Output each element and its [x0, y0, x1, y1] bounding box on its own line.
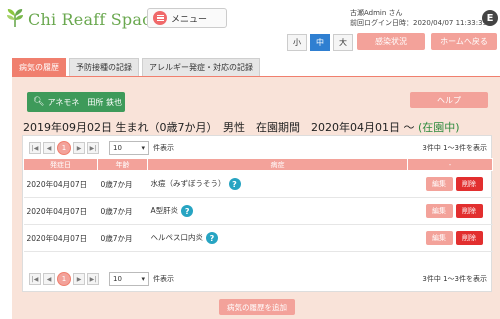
app-logo[interactable]: Chi Reaff Space	[4, 6, 161, 32]
current-page[interactable]: 1	[57, 141, 71, 155]
next-page-icon[interactable]: ▶	[73, 273, 85, 285]
cell-date: 2020年04月07日	[23, 224, 98, 252]
cell-age: 0歳7か月	[97, 224, 148, 252]
tab-vaccination[interactable]: 予防接種の記録	[69, 58, 139, 76]
record-tabs: 病気の履歴 予防接種の記録 アレルギー発症・対応の記録	[12, 58, 260, 76]
edit-button[interactable]: 編集	[425, 204, 453, 218]
infection-status-button[interactable]: 感染状況	[357, 33, 425, 50]
cell-actions: 編集 削除	[407, 197, 493, 225]
per-page-label: 件表示	[153, 144, 174, 152]
col-actions: -	[407, 158, 493, 171]
patient-name: アネモネ 田所 鉄也	[47, 97, 122, 107]
logo-text: Chi Reaff Space	[28, 9, 161, 29]
cell-age: 0歳7か月	[97, 170, 148, 198]
table-header-row: 発症日 年齢 病症 -	[23, 158, 493, 171]
last-login: 前回ログイン日時：2020/04/07 11:33:39	[350, 19, 488, 27]
result-count: 3件中 1〜3件を表示	[422, 275, 487, 283]
add-illness-button[interactable]: 病気の履歴を追加	[219, 299, 295, 315]
first-page-icon[interactable]: |◀	[29, 142, 41, 154]
content-panel: 🔍︎ アネモネ 田所 鉄也 ヘルプ 2019年09月02日 生まれ（0歳7か月）…	[12, 76, 500, 319]
cell-illness: ヘルペス口内炎?	[147, 224, 408, 252]
dropdown-arrow-icon: ▾	[141, 275, 145, 283]
pager-bottom: |◀ ◀ 1 ▶ ▶| 10 ▾ 件表示 3件中 1〜3件を表示	[23, 269, 493, 289]
tab-allergy[interactable]: アレルギー発症・対応の記録	[142, 58, 260, 76]
table-row: 2020年04月07日 0歳7か月 ヘルペス口内炎? 編集 削除	[23, 224, 493, 252]
patient-info: 2019年09月02日 生まれ（0歳7か月） 男性 在園期間 2020年04月0…	[23, 119, 460, 135]
delete-button[interactable]: 削除	[455, 177, 483, 191]
illness-table: 発症日 年齢 病症 - 2020年04月07日 0歳7か月 水痘（みずぼうそう）…	[23, 158, 493, 252]
font-size-small-button[interactable]: 小	[287, 34, 307, 51]
pager-top: |◀ ◀ 1 ▶ ▶| 10 ▾ 件表示 3件中 1〜3件を表示	[23, 138, 493, 158]
dropdown-arrow-icon: ▾	[141, 144, 145, 152]
home-button[interactable]: ホームへ戻る	[431, 33, 497, 50]
illness-name: 水痘（みずぼうそう）	[150, 179, 226, 188]
cell-date: 2020年04月07日	[23, 197, 98, 225]
per-page-select[interactable]: 10 ▾	[109, 272, 149, 286]
edit-button[interactable]: 編集	[425, 177, 453, 191]
illness-table-box: |◀ ◀ 1 ▶ ▶| 10 ▾ 件表示 3件中 1〜3件を表示 発症日 年齢 …	[22, 135, 493, 292]
question-icon[interactable]: ?	[181, 205, 194, 217]
patient-select-button[interactable]: 🔍︎ アネモネ 田所 鉄也	[27, 92, 125, 112]
help-button[interactable]: ヘルプ	[410, 92, 488, 108]
col-illness[interactable]: 病症	[147, 158, 408, 171]
prev-page-icon[interactable]: ◀	[43, 142, 55, 154]
tab-illness-history[interactable]: 病気の履歴	[12, 58, 66, 76]
result-count: 3件中 1〜3件を表示	[422, 144, 487, 152]
col-age[interactable]: 年齢	[97, 158, 148, 171]
last-page-icon[interactable]: ▶|	[87, 273, 99, 285]
cell-actions: 編集 削除	[407, 170, 493, 198]
hamburger-menu-icon	[153, 11, 167, 25]
edit-button[interactable]: 編集	[425, 231, 453, 245]
per-page-value: 10	[113, 275, 122, 283]
current-page[interactable]: 1	[57, 272, 71, 286]
search-icon: 🔍︎	[33, 97, 45, 107]
menu-button[interactable]: メニュー	[147, 8, 227, 28]
patient-info-text: 2019年09月02日 生まれ（0歳7か月） 男性 在園期間 2020年04月0…	[23, 121, 418, 134]
prev-page-icon[interactable]: ◀	[43, 273, 55, 285]
cell-age: 0歳7か月	[97, 197, 148, 225]
first-page-icon[interactable]: |◀	[29, 273, 41, 285]
user-name: 古瀬Admin さん	[350, 9, 403, 17]
per-page-label: 件表示	[153, 275, 174, 283]
per-page-value: 10	[113, 144, 122, 152]
user-info: 古瀬Admin さん 前回ログイン日時：2020/04/07 11:33:39	[350, 8, 487, 28]
question-icon[interactable]: ?	[206, 232, 218, 244]
illness-name: A型肝炎	[150, 206, 179, 215]
user-avatar-icon[interactable]: E	[482, 10, 498, 26]
enrollment-status: (在園中)	[417, 121, 460, 134]
font-size-large-button[interactable]: 大	[333, 34, 353, 51]
illness-name: ヘルペス口内炎	[150, 233, 204, 242]
delete-button[interactable]: 削除	[455, 204, 483, 218]
cell-illness: A型肝炎?	[147, 197, 408, 225]
per-page-select[interactable]: 10 ▾	[109, 141, 149, 155]
table-row: 2020年04月07日 0歳7か月 水痘（みずぼうそう）? 編集 削除	[23, 170, 493, 198]
app-header: Chi Reaff Space メニュー 古瀬Admin さん 前回ログイン日時…	[0, 0, 500, 36]
next-page-icon[interactable]: ▶	[73, 142, 85, 154]
col-onset-date[interactable]: 発症日	[23, 158, 98, 171]
font-size-medium-button[interactable]: 中	[310, 34, 330, 51]
cell-illness: 水痘（みずぼうそう）?	[147, 170, 408, 198]
last-page-icon[interactable]: ▶|	[87, 142, 99, 154]
cell-date: 2020年04月07日	[23, 170, 98, 198]
cell-actions: 編集 削除	[407, 224, 493, 252]
table-row: 2020年04月07日 0歳7か月 A型肝炎? 編集 削除	[23, 197, 493, 225]
delete-button[interactable]: 削除	[455, 231, 483, 245]
menu-label: メニュー	[171, 14, 208, 25]
question-icon[interactable]: ?	[228, 178, 241, 190]
leaf-logo-icon	[7, 9, 23, 28]
